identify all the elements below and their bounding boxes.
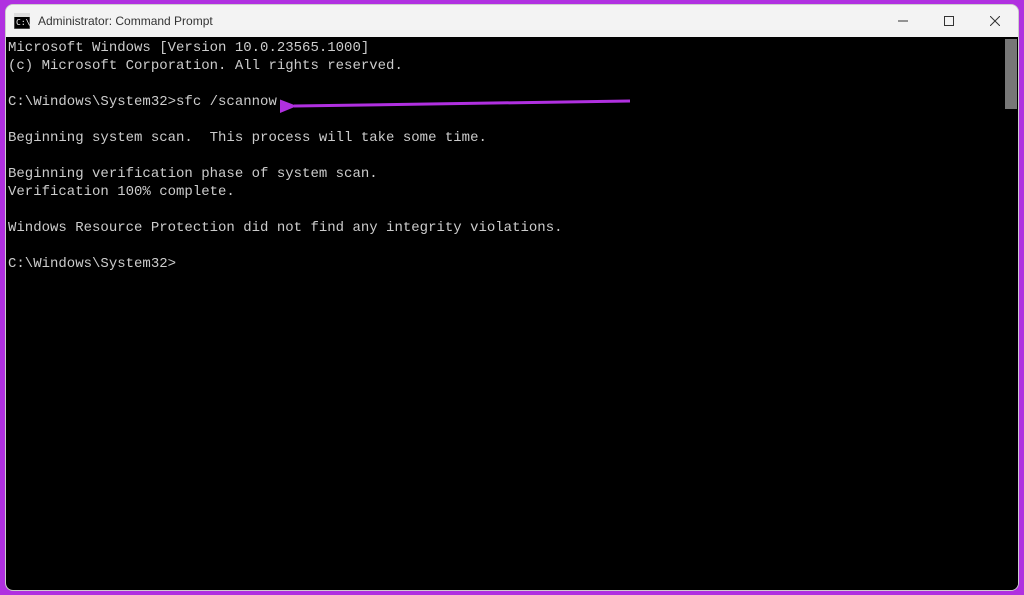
maximize-button[interactable] [926, 5, 972, 37]
scrollbar-thumb[interactable] [1005, 39, 1017, 109]
titlebar[interactable]: C:\ Administrator: Command Prompt [6, 5, 1018, 37]
window-title: Administrator: Command Prompt [38, 14, 880, 28]
terminal-body[interactable]: Microsoft Windows [Version 10.0.23565.10… [6, 37, 1018, 590]
terminal-output: Microsoft Windows [Version 10.0.23565.10… [8, 39, 1018, 273]
close-button[interactable] [972, 5, 1018, 37]
minimize-button[interactable] [880, 5, 926, 37]
svg-text:C:\: C:\ [16, 18, 30, 27]
window-controls [880, 5, 1018, 37]
cmd-icon: C:\ [14, 13, 30, 29]
command-prompt-window: C:\ Administrator: Command Prompt Micros… [5, 4, 1019, 591]
scrollbar-track[interactable] [1004, 37, 1018, 590]
